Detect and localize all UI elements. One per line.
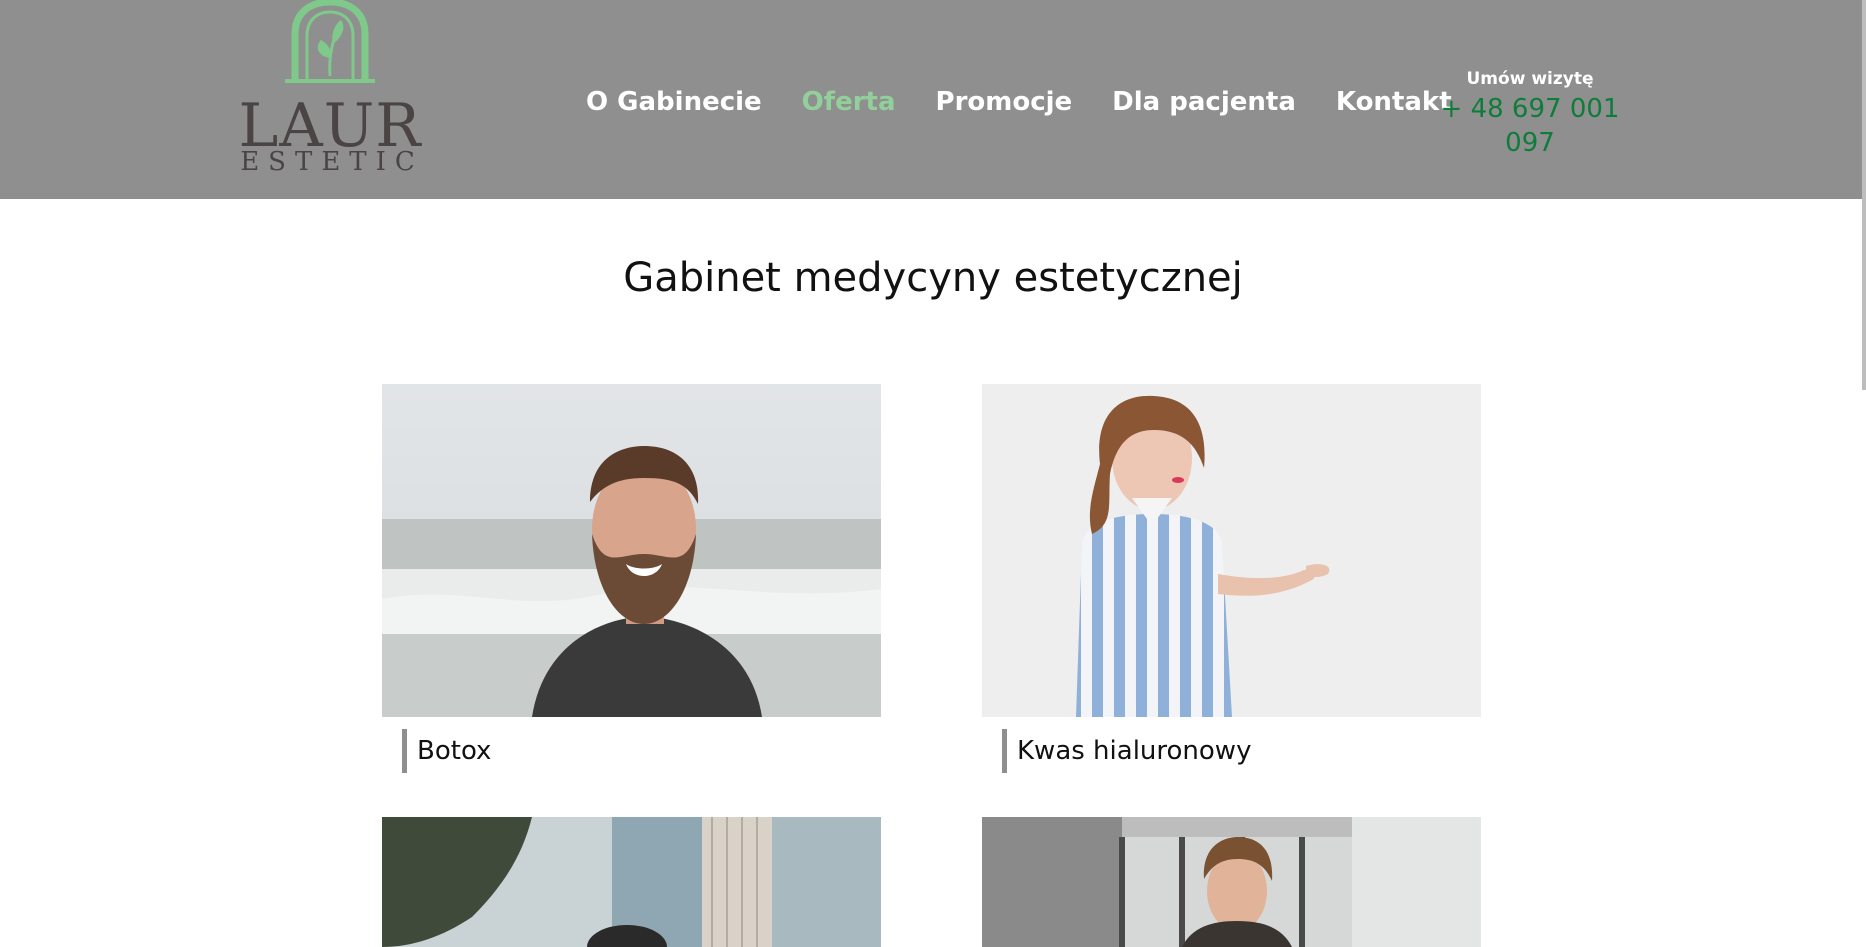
page: LAUR ESTETIC O Gabinecie Oferta Promocje… — [0, 0, 1866, 947]
page-title: Gabinet medycyny estetycznej — [623, 255, 1243, 301]
woman-striped-dress-photo — [982, 384, 1481, 717]
contact-label: Umów wizytę — [1466, 69, 1594, 89]
smiling-man-office-photo — [982, 817, 1481, 947]
contact-block: Umów wizytę + 48 697 001 097 — [1420, 68, 1640, 160]
offer-card-botox[interactable]: Botox — [382, 384, 881, 773]
offer-card-3[interactable] — [382, 817, 881, 947]
nav-item-o-gabinecie[interactable]: O Gabinecie — [586, 84, 762, 120]
woman-city-photo — [382, 817, 881, 947]
scrollbar[interactable] — [1862, 0, 1866, 390]
card-title-accent: Botox — [402, 729, 491, 773]
offer-card-kwas-hialuronowy[interactable]: Kwas hialuronowy — [982, 384, 1481, 773]
offer-card-4[interactable] — [982, 817, 1481, 947]
phone-link[interactable]: + 48 697 001 097 — [1420, 92, 1640, 160]
card-title-accent: Kwas hialuronowy — [1002, 729, 1251, 773]
bearded-man-photo — [382, 384, 881, 717]
logo[interactable]: LAUR ESTETIC — [233, 0, 427, 178]
site-header: LAUR ESTETIC O Gabinecie Oferta Promocje… — [0, 0, 1866, 199]
nav-item-dla-pacjenta[interactable]: Dla pacjenta — [1112, 84, 1296, 120]
nav-item-promocje[interactable]: Promocje — [936, 84, 1073, 120]
logo-subtitle: ESTETIC — [240, 147, 424, 177]
main-nav: O Gabinecie Oferta Promocje Dla pacjenta… — [586, 84, 1452, 120]
leaf-arch-icon — [285, 0, 375, 83]
nav-item-oferta[interactable]: Oferta — [802, 84, 896, 120]
card-title: Botox — [417, 736, 492, 766]
card-title: Kwas hialuronowy — [1017, 736, 1252, 766]
